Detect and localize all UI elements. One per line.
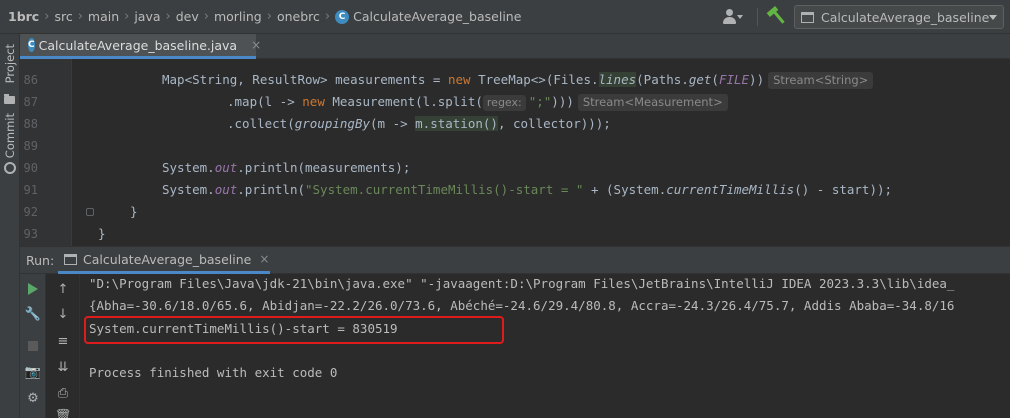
code-editor[interactable]: 86 Map<String, ResultRow> measurements =… [20, 59, 1010, 246]
arrow-down-icon[interactable]: ↓ [53, 304, 73, 324]
type-hint: Stream<String> [768, 72, 874, 89]
chevron-right-icon: › [203, 9, 209, 24]
arrow-up-icon[interactable]: ↑ [53, 279, 73, 299]
wrench-icon[interactable]: 🔧 [23, 304, 43, 324]
application-window-icon [64, 253, 77, 265]
scroll-to-end-icon[interactable]: ⇊ [53, 357, 73, 377]
run-toolbar: 🔧 📷 ⚙ [20, 274, 46, 418]
editor-tab-bar: C CalculateAverage_baseline.java × [20, 34, 1010, 59]
code-line-90: 90 System.out.println(measurements); [20, 157, 1010, 179]
line-number: 93 [23, 227, 38, 241]
line-number: 92 [23, 205, 38, 219]
chevron-right-icon: › [44, 9, 50, 24]
breadcrumb-main[interactable]: main [88, 9, 119, 24]
breadcrumb-src[interactable]: src [54, 9, 72, 24]
soft-wrap-icon[interactable]: ≡ [53, 331, 73, 351]
toolbar-divider [757, 8, 758, 26]
breadcrumb-class[interactable]: CalculateAverage_baseline [353, 9, 521, 24]
code-line-87: 87 .map(l -> new Measurement(l.split(reg… [20, 91, 1010, 113]
code-line-86: 86 Map<String, ResultRow> measurements =… [20, 69, 1010, 91]
breadcrumb-morling[interactable]: morling [214, 9, 262, 24]
chevron-right-icon: › [324, 9, 331, 24]
highlight-box [84, 316, 504, 344]
breadcrumb-onebrc[interactable]: onebrc [277, 9, 320, 24]
console-output-line: {Abha=-30.6/18.0/65.6, Abidjan=-22.2/26.… [89, 298, 955, 313]
breadcrumb-java[interactable]: java [134, 9, 160, 24]
trash-icon[interactable]: 🗑 [53, 406, 73, 418]
console-exit-line: Process finished with exit code 0 [89, 365, 338, 380]
code-text: .map(l -> new Measurement(l.split(regex:… [227, 91, 728, 113]
parameter-hint: regex: [482, 95, 526, 111]
camera-icon[interactable]: 📷 [23, 362, 43, 382]
application-window-icon [801, 11, 814, 23]
commit-tool-label: Commit [3, 113, 17, 159]
build-hammer-icon[interactable] [764, 6, 785, 27]
java-class-icon: C [28, 38, 35, 52]
settings-icon[interactable]: ⚙ [23, 388, 43, 408]
code-line-89: 89 [20, 135, 1010, 157]
left-tool-stripe: Project Commit [0, 34, 20, 246]
run-console-output[interactable]: "D:\Program Files\Java\jdk-21\bin\java.e… [80, 274, 1010, 418]
stop-icon[interactable] [23, 336, 43, 356]
breadcrumb: 1brc › src › main › java › dev › morling… [0, 0, 521, 33]
run-tab-calculateaverage[interactable]: CalculateAverage_baseline × [58, 247, 270, 274]
console-command-line: "D:\Program Files\Java\jdk-21\bin\java.e… [89, 276, 955, 291]
editor-tab-calculateaverage[interactable]: C CalculateAverage_baseline.java × [20, 34, 261, 59]
print-icon[interactable]: ⎙ [53, 383, 73, 403]
folder-icon[interactable] [4, 94, 15, 104]
line-number: 88 [23, 117, 38, 131]
line-number: 91 [23, 183, 38, 197]
project-tool-label: Project [3, 44, 17, 84]
code-text: System.out.println("System.currentTimeMi… [162, 182, 893, 197]
type-hint: Stream<Measurement> [577, 94, 728, 111]
commit-icon[interactable] [4, 162, 16, 174]
code-line-92: 92 } [20, 201, 1010, 223]
code-line-91: 91 System.out.println("System.currentTim… [20, 179, 1010, 201]
code-text: System.out.println(measurements); [162, 160, 411, 175]
chevron-down-icon [989, 14, 997, 20]
line-number: 89 [23, 139, 38, 153]
line-number: 90 [23, 161, 38, 175]
breadcrumb-project[interactable]: 1brc [8, 9, 39, 24]
chevron-right-icon: › [266, 9, 272, 24]
run-tool-window-header: Run: CalculateAverage_baseline × [20, 246, 1010, 274]
code-text: Map<String, ResultRow> measurements = ne… [162, 69, 874, 91]
nav-toolbar: CalculateAverage_baseline [721, 0, 1004, 34]
chevron-right-icon: › [77, 9, 83, 24]
run-configuration-label: CalculateAverage_baseline [821, 9, 989, 25]
close-icon[interactable]: × [251, 38, 261, 52]
close-icon[interactable]: × [259, 252, 269, 266]
java-class-icon: C [335, 9, 350, 24]
breadcrumb-dev[interactable]: dev [176, 9, 199, 24]
project-tool-button[interactable]: Project [0, 38, 20, 90]
fold-marker-icon[interactable] [86, 208, 94, 216]
code-text: .collect(groupingBy(m -> m.station(), co… [227, 116, 611, 131]
editor-tab-label: CalculateAverage_baseline.java [38, 37, 238, 53]
code-text: } [98, 226, 106, 241]
left-tool-stripe-bottom [0, 246, 20, 418]
rerun-play-icon[interactable] [23, 279, 43, 299]
code-line-93: 93 } [20, 223, 1010, 245]
run-configuration-select[interactable]: CalculateAverage_baseline [794, 5, 1004, 29]
line-number: 86 [23, 73, 38, 87]
chevron-right-icon: › [124, 9, 130, 24]
run-panel-title: Run: [26, 253, 55, 268]
line-number: 87 [23, 95, 38, 109]
chevron-right-icon: › [165, 9, 171, 24]
code-text: } [130, 204, 138, 219]
console-toolbar: ↑ ↓ ≡ ⇊ ⎙ 🗑 [46, 274, 80, 418]
code-line-88: 88 .collect(groupingBy(m -> m.station(),… [20, 113, 1010, 135]
navigation-bar: 1brc › src › main › java › dev › morling… [0, 0, 1010, 34]
run-tab-label: CalculateAverage_baseline [83, 251, 252, 267]
user-icon[interactable] [721, 7, 743, 27]
commit-tool-button[interactable]: Commit [0, 112, 20, 160]
